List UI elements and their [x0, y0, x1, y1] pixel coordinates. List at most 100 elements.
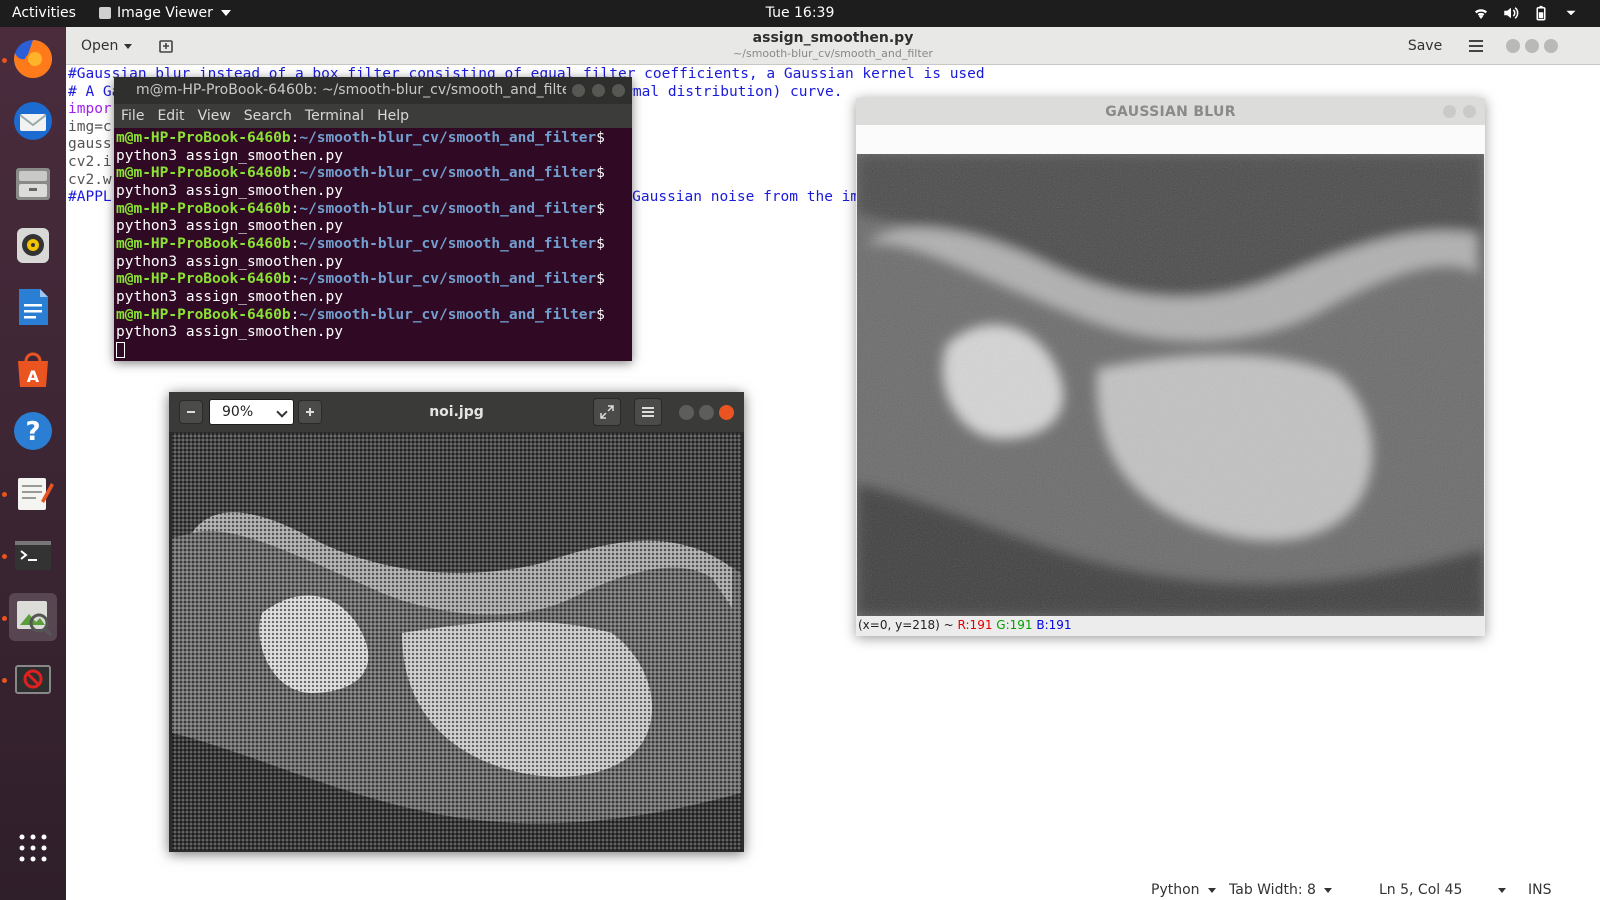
menu-help[interactable]: Help	[377, 108, 409, 124]
thunderbird-icon	[14, 102, 52, 140]
tab-width-label: Tab Width: 8	[1229, 882, 1316, 898]
tab-width-selector[interactable]: Tab Width: 8	[1229, 882, 1332, 898]
cursor-position-selector[interactable]: Ln 5, Col 45	[1379, 882, 1507, 898]
terminal-prompt-line: m@m-HP-ProBook-6460b:~/smooth-blur_cv/sm…	[116, 307, 632, 325]
dock-files[interactable]	[9, 159, 57, 207]
minimize-button[interactable]	[1506, 39, 1520, 53]
system-menu-arrow-icon	[1566, 10, 1576, 16]
pixel-green-value: G:191	[996, 618, 1033, 632]
cv-toolbar	[856, 125, 1485, 154]
zoom-in-button[interactable]	[298, 400, 322, 424]
blurred-image[interactable]	[857, 154, 1484, 616]
app-menu-label: Image Viewer	[117, 5, 213, 21]
code-text: #APPL	[68, 189, 112, 206]
terminal-prompt-line: m@m-HP-ProBook-6460b:~/smooth-blur_cv/sm…	[116, 130, 632, 148]
pixel-red-value: R:191	[957, 618, 993, 632]
running-indicator	[2, 554, 7, 559]
window-subtitle: ~/smooth-blur_cv/smooth_and_filter	[733, 47, 933, 60]
viewer-maximize-button[interactable]	[699, 405, 714, 420]
menu-edit[interactable]: Edit	[157, 108, 184, 124]
terminal-output[interactable]: m@m-HP-ProBook-6460b:~/smooth-blur_cv/sm…	[114, 128, 632, 361]
terminal-title-bar[interactable]: m@m-HP-ProBook-6460b: ~/smooth-blur_cv/s…	[114, 77, 632, 104]
clock[interactable]: Tue 16:39	[766, 5, 835, 21]
dock-firefox[interactable]	[9, 35, 57, 83]
hamburger-icon	[1469, 40, 1483, 52]
prompt-path: ~/smooth-blur_cv/smooth_and_filter	[299, 130, 597, 146]
close-button[interactable]	[1544, 39, 1558, 53]
terminal-minimize-button[interactable]	[572, 84, 585, 97]
cv-minimize-button[interactable]	[1443, 105, 1456, 118]
fullscreen-button[interactable]	[593, 398, 621, 426]
app-menu[interactable]: Image Viewer	[99, 5, 231, 21]
dock-help[interactable]: ?	[9, 407, 57, 455]
files-icon	[16, 168, 50, 200]
new-document-button[interactable]	[152, 33, 180, 59]
prompt-user: m@m-HP-ProBook-6460b	[116, 271, 291, 288]
terminal-cursor	[116, 341, 125, 358]
open-button[interactable]: Open	[72, 33, 141, 59]
gaussian-blur-title-bar[interactable]: GAUSSIAN BLUR	[856, 98, 1485, 125]
hamburger-icon	[642, 407, 654, 417]
app-grid-icon	[19, 834, 47, 862]
noisy-image[interactable]	[172, 433, 741, 850]
image-viewer-icon	[17, 601, 53, 637]
zoom-out-button[interactable]	[179, 400, 203, 424]
running-indicator	[2, 678, 7, 683]
prompt-symbol: $	[596, 165, 605, 182]
viewer-close-button[interactable]	[719, 405, 734, 420]
terminal-close-button[interactable]	[612, 84, 625, 97]
save-button[interactable]: Save	[1400, 33, 1450, 59]
zoom-level-dropdown[interactable]: 90%	[209, 399, 294, 425]
dock-image-viewer[interactable]	[9, 593, 57, 641]
prompt-path: ~/smooth-blur_cv/smooth_and_filter	[299, 200, 597, 217]
dock-rhythmbox[interactable]	[9, 221, 57, 269]
dock-thunderbird[interactable]	[9, 97, 57, 145]
pixel-info-status: (x=0, y=218) ~ R:191 G:191 B:191	[858, 618, 1072, 632]
terminal-prompt-line: m@m-HP-ProBook-6460b:~/smooth-blur_cv/sm…	[116, 201, 632, 219]
prompt-path: ~/smooth-blur_cv/smooth_and_filter	[299, 271, 597, 288]
menu-view[interactable]: View	[198, 108, 231, 124]
firefox-icon	[14, 39, 53, 78]
terminal-command-line: python3 assign_smoothen.py	[116, 147, 343, 164]
wifi-icon	[1475, 9, 1487, 19]
terminal-command-line: python3 assign_smoothen.py	[116, 324, 343, 341]
prompt-user: m@m-HP-ProBook-6460b	[116, 235, 291, 252]
prompt-symbol: $	[596, 200, 605, 217]
viewer-minimize-button[interactable]	[679, 405, 694, 420]
image-viewer-header: 90% noi.jpg	[169, 392, 744, 432]
dock-software[interactable]: A	[9, 345, 57, 393]
blurred-photo-graphic	[857, 154, 1484, 616]
prompt-user: m@m-HP-ProBook-6460b	[116, 306, 291, 323]
code-text: # A Ga	[68, 83, 121, 100]
prompt-path: ~/smooth-blur_cv/smooth_and_filter	[299, 165, 597, 182]
svg-text:?: ?	[25, 417, 40, 447]
dock-writer[interactable]	[9, 283, 57, 331]
language-selector[interactable]: Python	[1151, 882, 1216, 898]
help-icon: ?	[14, 412, 52, 450]
insert-mode-indicator: INS	[1528, 882, 1552, 898]
terminal-maximize-button[interactable]	[592, 84, 605, 97]
menu-file[interactable]: File	[121, 108, 144, 124]
menu-terminal[interactable]: Terminal	[305, 108, 364, 124]
software-center-icon: A	[18, 352, 48, 387]
dock-terminal[interactable]	[9, 531, 57, 579]
header-bar: Open assign_smoothen.py ~/smooth-blur_cv…	[66, 27, 1600, 65]
dock-blocked-app[interactable]	[9, 655, 57, 703]
show-applications-button[interactable]	[9, 824, 57, 872]
terminal-command-line: python3 assign_smoothen.py	[116, 288, 343, 305]
dock-text-editor[interactable]	[9, 469, 57, 517]
viewer-menu-button[interactable]	[634, 398, 662, 426]
pixel-blue-value: B:191	[1036, 618, 1072, 632]
cv-close-button[interactable]	[1463, 105, 1476, 118]
menu-search[interactable]: Search	[244, 108, 292, 124]
running-indicator	[2, 616, 7, 621]
hamburger-menu-button[interactable]	[1463, 33, 1489, 59]
activities-button[interactable]: Activities	[12, 5, 76, 21]
minus-icon	[187, 411, 195, 413]
prompt-symbol: $	[596, 271, 605, 288]
maximize-button[interactable]	[1525, 39, 1539, 53]
gaussian-blur-title: GAUSSIAN BLUR	[1105, 104, 1236, 120]
system-tray[interactable]	[1472, 4, 1580, 22]
status-bar: Python Tab Width: 8 Ln 5, Col 45 INS	[66, 882, 1600, 900]
terminal-prompt-line: m@m-HP-ProBook-6460b:~/smooth-blur_cv/sm…	[116, 236, 632, 254]
